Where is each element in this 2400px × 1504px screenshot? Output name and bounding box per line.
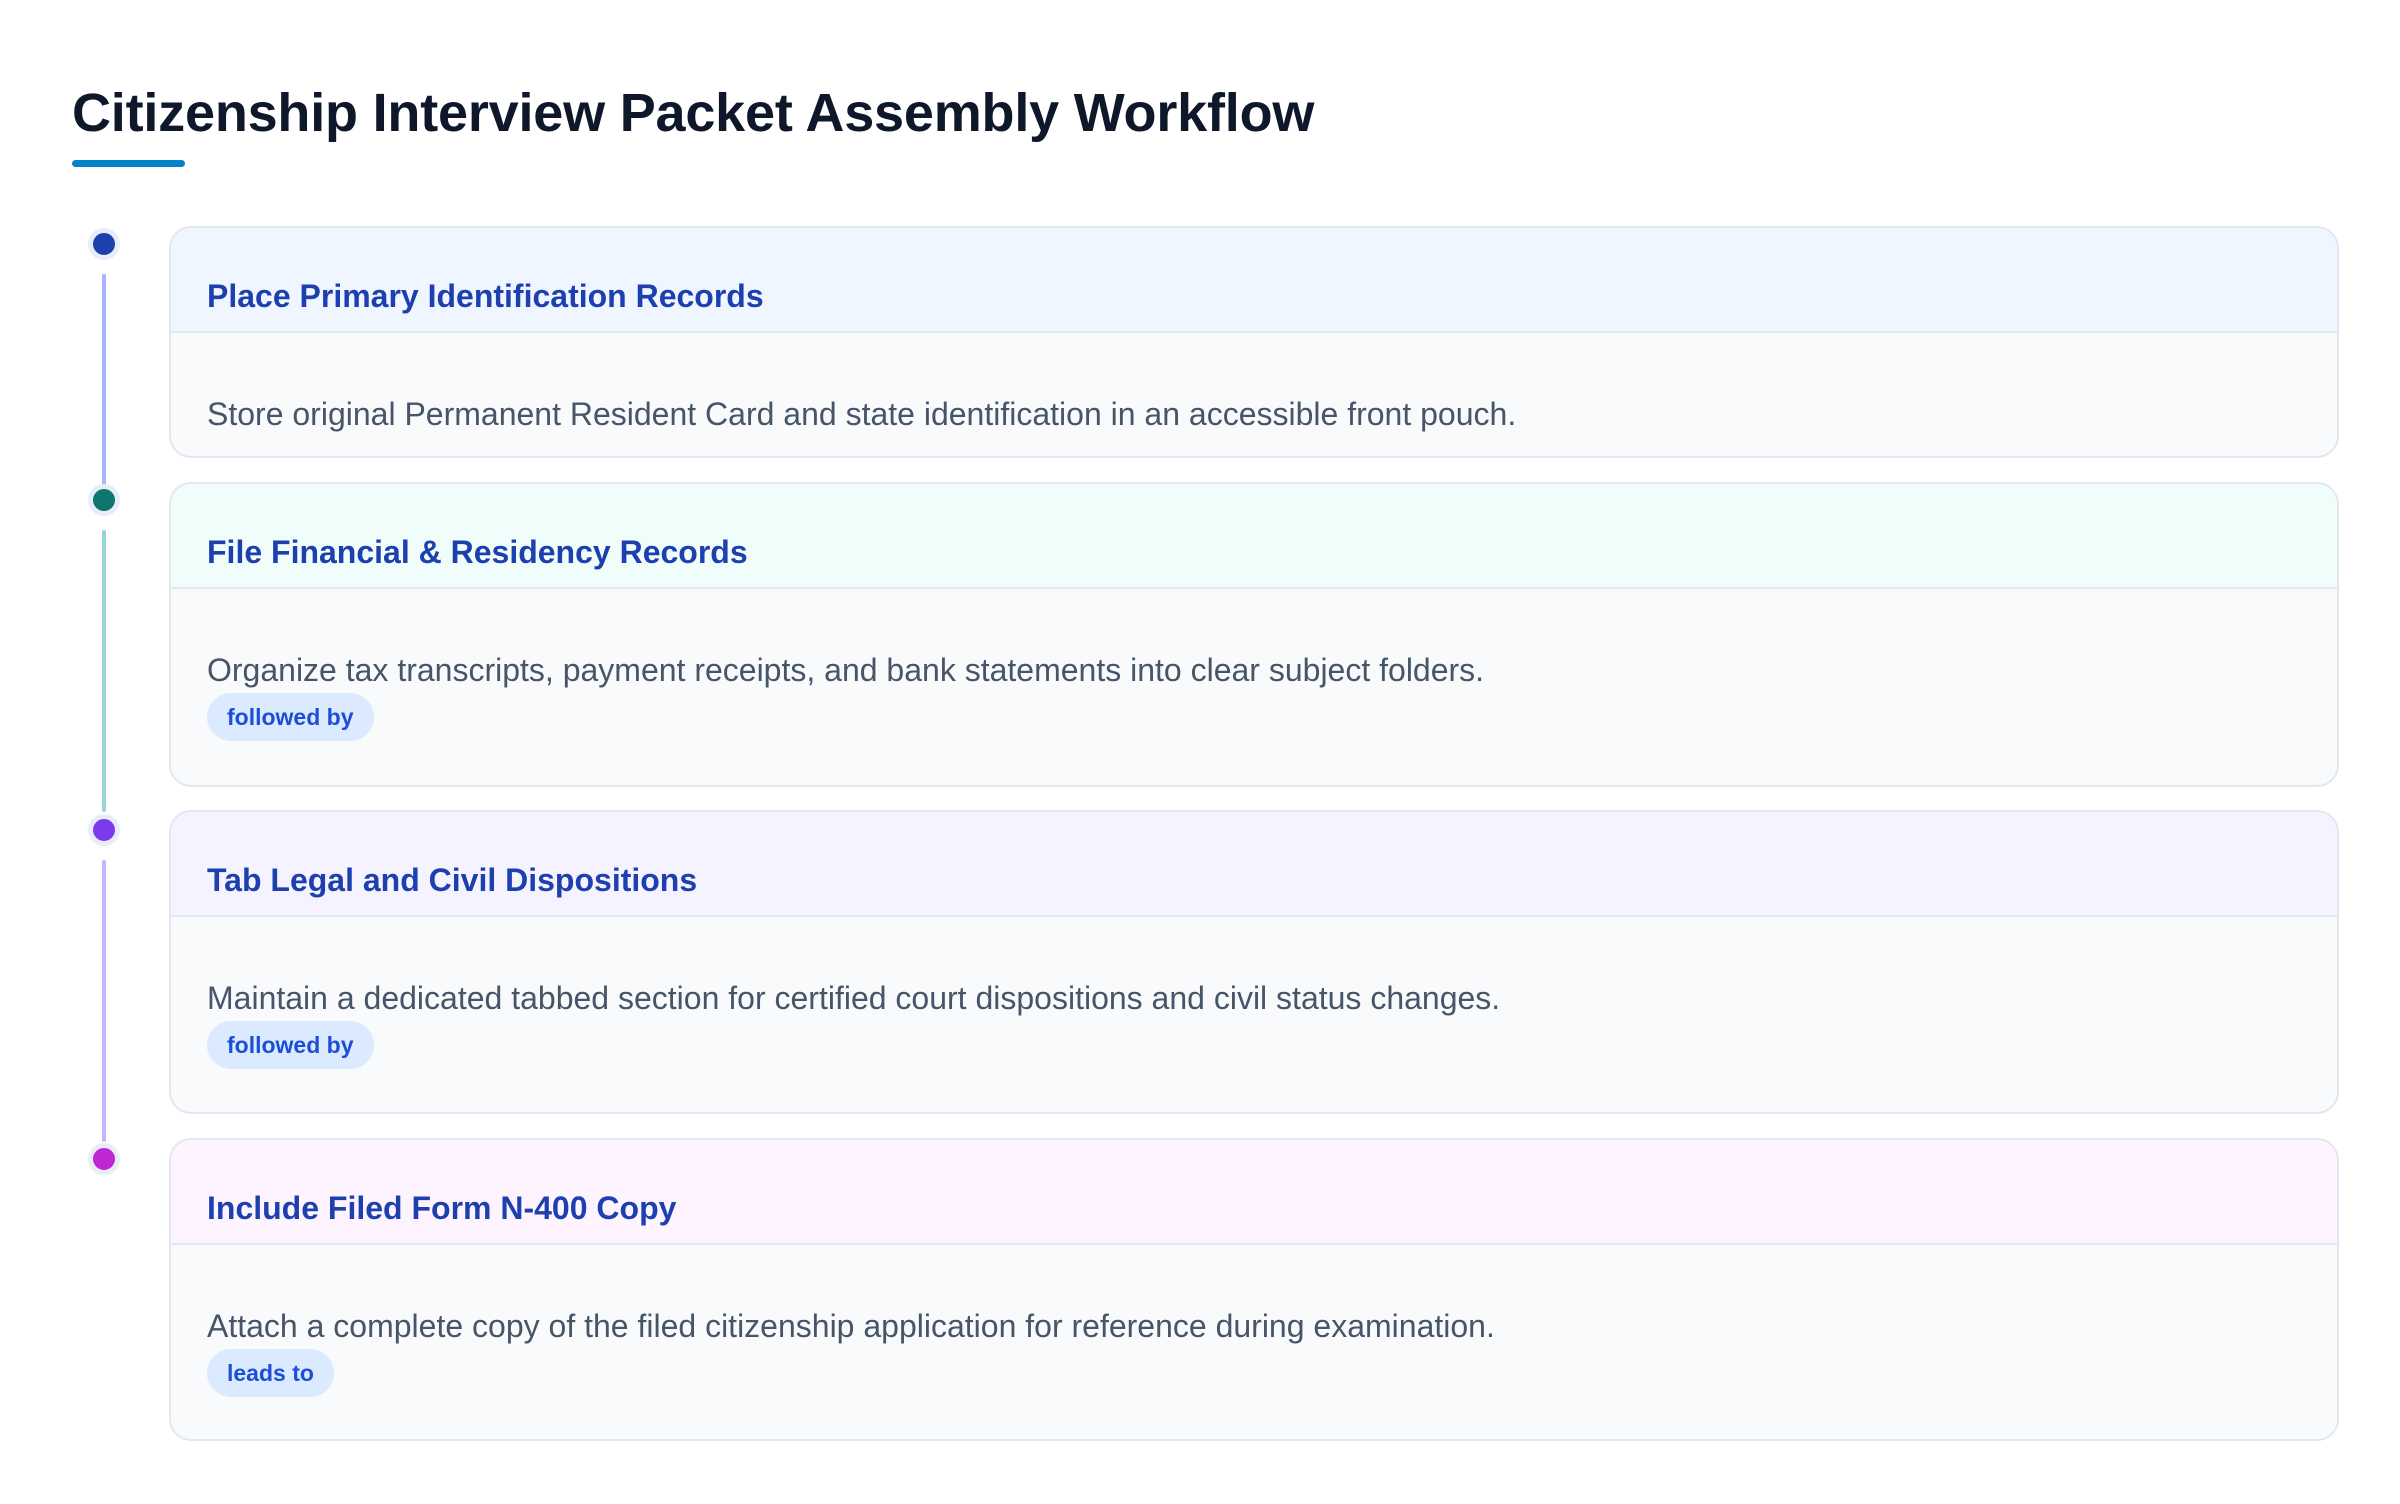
step-description: Store original Permanent Resident Card a…: [207, 396, 1517, 432]
timeline-dot-2: [88, 484, 120, 516]
step-card-3: Tab Legal and Civil Dispositions Maintai…: [169, 810, 2339, 1114]
step-title: Include Filed Form N-400 Copy: [207, 1190, 677, 1226]
step-title: Place Primary Identification Records: [207, 278, 764, 314]
timeline-dot-1: [88, 228, 120, 260]
step-description: Maintain a dedicated tabbed section for …: [207, 980, 1501, 1016]
step-description: Organize tax transcripts, payment receip…: [207, 652, 1485, 688]
timeline-connector-3: [102, 860, 106, 1142]
step-title: File Financial & Residency Records: [207, 534, 748, 570]
step-card-header: Tab Legal and Civil Dispositions: [171, 812, 2337, 917]
step-card-header: Include Filed Form N-400 Copy: [171, 1140, 2337, 1245]
title-underline: [72, 160, 185, 167]
step-card-1: Place Primary Identification Records Sto…: [169, 226, 2339, 458]
relation-badge: leads to: [207, 1349, 334, 1397]
step-card-2: File Financial & Residency Records Organ…: [169, 482, 2339, 787]
step-card-4: Include Filed Form N-400 Copy Attach a c…: [169, 1138, 2339, 1441]
step-card-header: File Financial & Residency Records: [171, 484, 2337, 589]
timeline-dot-3: [88, 814, 120, 846]
step-description: Attach a complete copy of the filed citi…: [207, 1308, 1495, 1344]
page-title: Citizenship Interview Packet Assembly Wo…: [72, 83, 1315, 143]
timeline-connector-1: [102, 274, 106, 486]
timeline-dot-4: [88, 1143, 120, 1175]
step-card-header: Place Primary Identification Records: [171, 228, 2337, 333]
relation-badge: followed by: [207, 693, 374, 741]
step-title: Tab Legal and Civil Dispositions: [207, 862, 698, 898]
workflow-page: Citizenship Interview Packet Assembly Wo…: [0, 0, 2400, 1504]
timeline-connector-2: [102, 530, 106, 812]
relation-badge: followed by: [207, 1021, 374, 1069]
